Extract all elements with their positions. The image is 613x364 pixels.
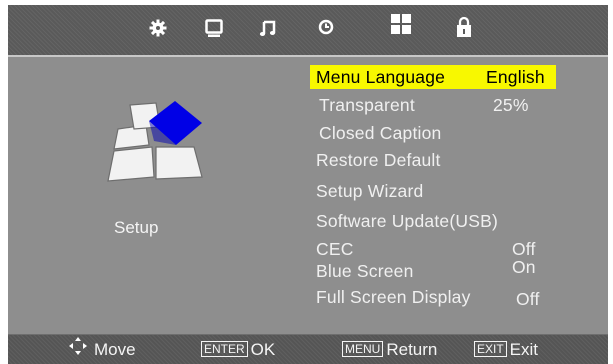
return-label: Return [386, 340, 438, 359]
enter-key: ENTER [201, 340, 248, 357]
return-hint: MENU Return [342, 335, 437, 364]
move-hint: Move [68, 335, 136, 364]
gear-icon[interactable] [149, 19, 167, 42]
menu-item-closed-caption[interactable]: Closed Caption [319, 121, 441, 145]
menu-item-setup-wizard[interactable]: Setup Wizard [316, 179, 423, 203]
menu-item-value: 25% [493, 95, 529, 115]
menu-item-blue-screen[interactable]: Blue Screen On [316, 257, 536, 283]
exit-hint: EXIT Exit [474, 335, 538, 364]
setup-cube-icon [104, 93, 214, 193]
ok-label: OK [250, 340, 276, 359]
music-note-icon[interactable] [259, 19, 277, 42]
tv-picture-icon[interactable] [205, 19, 223, 43]
exit-key: EXIT [474, 340, 507, 357]
menu-item-full-screen-display[interactable]: Full Screen Display Off [316, 285, 539, 309]
menu-item-label: Setup Wizard [316, 181, 424, 201]
menu-key: MENU [342, 340, 384, 357]
menu-item-label: Blue Screen [316, 261, 414, 281]
osd-panel: Setup Menu Language English Transparent … [8, 5, 608, 364]
menu-item-label: Restore Default [316, 150, 441, 170]
menu-item-restore-default[interactable]: Restore Default [316, 148, 441, 172]
menu-item-label: Software Update(USB) [316, 211, 498, 231]
ok-hint: ENTER OK [201, 335, 275, 364]
hint-bar: Move ENTER OK MENU Return EXIT Exit [8, 334, 608, 364]
menu-item-cec[interactable]: CEC Off [316, 237, 535, 261]
menu-item-label: Menu Language [316, 67, 446, 87]
setup-menu: Menu Language English Transparent 25% Cl… [310, 5, 570, 309]
menu-item-label: Transparent [319, 95, 415, 115]
menu-item-value: English [486, 67, 545, 87]
menu-item-value: On [512, 257, 536, 277]
menu-item-menu-language[interactable]: Menu Language English [310, 65, 556, 89]
menu-item-value: Off [516, 289, 540, 309]
menu-item-transparent[interactable]: Transparent 25% [319, 93, 528, 117]
menu-item-label: Closed Caption [319, 123, 442, 143]
sidebar-label: Setup [114, 218, 159, 237]
menu-item-software-update[interactable]: Software Update(USB) [316, 209, 498, 233]
menu-item-label: CEC [316, 239, 354, 259]
arrows-move-icon [68, 336, 88, 364]
move-label: Move [94, 340, 136, 359]
exit-label: Exit [509, 340, 539, 359]
menu-item-label: Full Screen Display [316, 287, 471, 307]
